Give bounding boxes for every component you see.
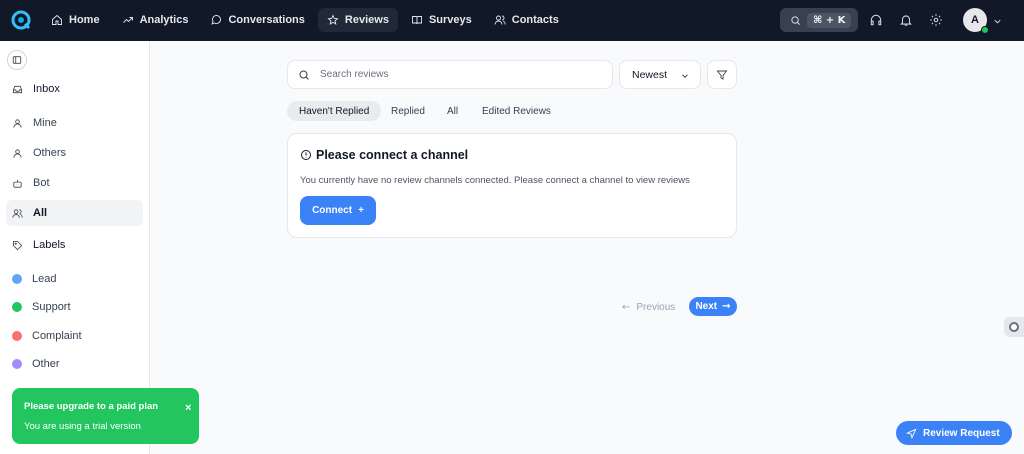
previous-page-button[interactable]: ← Previous <box>622 298 675 316</box>
send-icon <box>906 427 917 439</box>
search-reviews-field[interactable] <box>287 60 613 89</box>
feedback-widget-tab[interactable] <box>1004 317 1024 337</box>
review-request-label: Review Request <box>923 427 1000 439</box>
sort-value: Newest <box>632 68 668 81</box>
sidebar-item-label: Inbox <box>33 83 60 95</box>
user-icon <box>13 148 22 158</box>
sidebar-item-labels[interactable]: Labels <box>6 232 143 258</box>
label-color-dot <box>12 274 22 284</box>
sidebar-item-label: Mine <box>33 117 57 129</box>
bot-icon <box>13 179 22 188</box>
sidebar-label-name: Complaint <box>32 330 82 342</box>
sidebar-item-inbox[interactable]: Inbox <box>6 76 143 102</box>
home-icon <box>52 14 62 25</box>
connect-channel-card: Please connect a channel You currently h… <box>287 133 737 238</box>
sidebar-label-name: Support <box>32 301 71 313</box>
chevron-down-icon <box>682 74 688 78</box>
card-title-text: Please connect a channel <box>316 148 469 162</box>
sidebar-item-mine[interactable]: Mine <box>6 110 143 136</box>
sidebar-label-complaint[interactable]: Complaint <box>6 323 143 349</box>
filter-icon <box>716 70 728 80</box>
bell-icon[interactable] <box>899 13 913 27</box>
sidebar-label-lead[interactable]: Lead <box>6 266 143 292</box>
book-open-icon <box>411 16 422 25</box>
connect-button-label: Connect <box>312 205 353 216</box>
sidebar-item-label: All <box>33 207 48 219</box>
nav-reviews[interactable]: Reviews <box>317 8 398 32</box>
info-icon <box>301 150 311 160</box>
filter-button[interactable] <box>707 60 737 89</box>
sidebar-label-support[interactable]: Support <box>6 294 143 320</box>
inbox-icon <box>12 85 23 93</box>
nav-surveys[interactable]: Surveys <box>402 8 481 32</box>
chat-bubble-icon <box>211 15 222 25</box>
sidebar-item-label: Others <box>33 147 67 159</box>
shortcut-hint: ⌘ + K <box>807 12 852 28</box>
label-color-dot <box>12 302 22 312</box>
sidebar-item-label: Bot <box>33 177 50 189</box>
star-icon <box>327 14 339 25</box>
label-color-dot <box>12 359 22 369</box>
nav-conversations-label: Conversations <box>228 14 305 26</box>
sidebar-label-name: Other <box>32 358 60 370</box>
close-icon[interactable]: × <box>185 402 191 414</box>
nav-conversations[interactable]: Conversations <box>201 8 313 32</box>
nav-contacts[interactable]: Contacts <box>485 8 568 32</box>
tab-all[interactable]: All <box>435 101 470 121</box>
panel-left-icon <box>12 56 22 64</box>
nav-surveys-label: Surveys <box>428 14 472 26</box>
nav-home-label: Home <box>69 14 100 26</box>
sidebar-item-others[interactable]: Others <box>6 140 143 166</box>
gear-icon[interactable] <box>929 13 943 27</box>
search-input[interactable] <box>320 69 590 80</box>
sidebar-label-other[interactable]: Other <box>6 351 143 377</box>
nav-reviews-label: Reviews <box>344 14 389 26</box>
nav-contacts-label: Contacts <box>511 14 559 26</box>
main-nav: Home Analytics Conversations Reviews Sur… <box>42 8 568 32</box>
card-title: Please connect a channel <box>300 148 468 162</box>
sidebar-label-name: Lead <box>32 273 57 285</box>
search-icon <box>791 15 800 25</box>
sidebar-collapse-button[interactable] <box>7 50 27 70</box>
command-search-button[interactable]: ⌘ + K <box>780 8 858 32</box>
next-label: Next <box>695 301 718 312</box>
next-page-button[interactable]: Next → <box>689 297 737 316</box>
headset-icon[interactable] <box>869 13 883 27</box>
card-description: You currently have no review channels co… <box>300 175 690 186</box>
users-icon <box>494 15 506 25</box>
label-color-dot <box>12 331 22 341</box>
previous-label: Previous <box>636 301 676 313</box>
tag-icon <box>12 240 23 250</box>
nav-home[interactable]: Home <box>42 8 109 32</box>
top-navbar: Home Analytics Conversations Reviews Sur… <box>0 0 1024 41</box>
toast-subtitle: You are using a trial version <box>24 421 141 432</box>
sidebar-item-all[interactable]: All <box>6 200 143 226</box>
widget-icon <box>1009 322 1019 332</box>
tab-replied[interactable]: Replied <box>379 101 437 121</box>
user-icon <box>13 118 22 128</box>
sort-dropdown[interactable]: Newest <box>619 60 701 89</box>
arrow-right-icon: → <box>722 301 731 312</box>
toast-title: Please upgrade to a paid plan <box>24 401 159 412</box>
sidebar-item-label: Labels <box>33 239 66 251</box>
plus-icon: + <box>358 205 364 216</box>
online-status-dot <box>981 26 989 34</box>
nav-analytics-label: Analytics <box>139 14 189 26</box>
connect-button[interactable]: Connect + <box>300 196 376 225</box>
arrow-left-icon: ← <box>622 301 631 313</box>
upgrade-toast: Please upgrade to a paid plan You are us… <box>12 388 199 444</box>
nav-analytics[interactable]: Analytics <box>113 8 198 32</box>
trending-up-icon <box>122 17 133 23</box>
app-logo-icon[interactable] <box>11 10 31 30</box>
search-icon <box>299 70 309 80</box>
chevron-down-icon[interactable] <box>992 14 1003 25</box>
sidebar-item-bot[interactable]: Bot <box>6 170 143 196</box>
review-request-button[interactable]: Review Request <box>896 421 1012 445</box>
users-icon <box>12 208 23 218</box>
tab-havent-replied[interactable]: Haven't Replied <box>287 101 382 121</box>
tab-edited-reviews[interactable]: Edited Reviews <box>470 101 563 121</box>
